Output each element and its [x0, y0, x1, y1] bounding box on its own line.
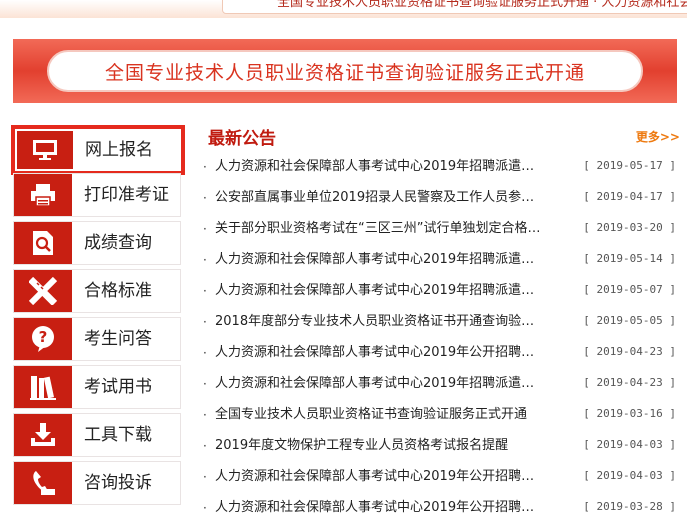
bullet-icon: ·	[203, 222, 207, 236]
list-item[interactable]: · 2019年度文物保护工程专业人员资格考试报名提醒 [ 2019-04-03 ]	[200, 437, 680, 457]
news-heading: 最新公告	[208, 129, 276, 149]
bullet-icon: ·	[203, 470, 207, 484]
sidebar-item-online-registration[interactable]: 网上报名	[11, 125, 185, 175]
news-item-date: [ 2019-05-05 ]	[583, 314, 676, 327]
news-item-date: [ 2019-04-23 ]	[583, 345, 676, 358]
list-item[interactable]: · 2018年度部分专业技术人员职业资格证书开通查询验… [ 2019-05-05 …	[200, 313, 680, 333]
bullet-icon: ·	[203, 160, 207, 174]
news-item-title[interactable]: 人力资源和社会保障部人事考试中心2019年招聘派遣…	[215, 375, 555, 393]
list-item[interactable]: · 公安部直属事业单位2019招录人民警察及工作人员参… [ 2019-04-17 …	[200, 189, 680, 209]
bullet-icon: ·	[203, 501, 207, 515]
printer-icon	[14, 174, 72, 216]
news-item-title[interactable]: 人力资源和社会保障部人事考试中心2019年公开招聘…	[215, 499, 555, 517]
news-item-date: [ 2019-05-14 ]	[583, 252, 676, 265]
news-item-date: [ 2019-03-16 ]	[583, 407, 676, 420]
news-item-title[interactable]: 人力资源和社会保障部人事考试中心2019年招聘派遣…	[215, 282, 555, 300]
sidebar-item-label: 工具下载	[84, 425, 152, 445]
news-item-title[interactable]: 2019年度文物保护工程专业人员资格考试报名提醒	[215, 437, 555, 455]
announcement-banner[interactable]: 全国专业技术人员职业资格证书查询验证服务正式开通	[13, 39, 677, 103]
news-item-date: [ 2019-04-17 ]	[583, 190, 676, 203]
list-item[interactable]: · 人力资源和社会保障部人事考试中心2019年公开招聘… [ 2019-04-23 …	[200, 344, 680, 364]
sidebar-item-score-query[interactable]: 成绩查询	[13, 221, 181, 265]
sidebar-item-label: 咨询投诉	[84, 473, 152, 493]
banner-text: 全国专业技术人员职业资格证书查询验证服务正式开通	[104, 61, 585, 84]
bullet-icon: ·	[203, 191, 207, 205]
sidebar-item-consult-complaint[interactable]: 咨询投诉	[13, 461, 181, 505]
news-item-date: [ 2019-04-03 ]	[583, 469, 676, 482]
sidebar-item-print-admission[interactable]: 打印准考证	[13, 173, 181, 217]
sidebar-item-passing-standard[interactable]: 合格标准	[13, 269, 181, 313]
list-item[interactable]: · 人力资源和社会保障部人事考试中心2019年公开招聘… [ 2019-03-28 …	[200, 499, 680, 518]
list-item[interactable]: · 关于部分职业资格考试在“三区三州”试行单独划定合格… [ 2019-03-20 …	[200, 220, 680, 240]
more-link[interactable]: 更多>>	[636, 128, 680, 145]
monitor-icon	[17, 131, 73, 169]
download-tray-icon	[14, 414, 72, 456]
news-item-title[interactable]: 全国专业技术人员职业资格证书查询验证服务正式开通	[215, 406, 555, 424]
list-item[interactable]: · 人力资源和社会保障部人事考试中心2019年招聘派遣… [ 2019-05-17 …	[200, 158, 680, 178]
list-item[interactable]: · 全国专业技术人员职业资格证书查询验证服务正式开通 [ 2019-03-16 ]	[200, 406, 680, 426]
svg-text:?: ?	[39, 328, 48, 346]
bullet-icon: ·	[203, 408, 207, 422]
news-item-title[interactable]: 人力资源和社会保障部人事考试中心2019年公开招聘…	[215, 344, 555, 362]
sidebar-item-candidate-faq[interactable]: ? 考生问答	[13, 317, 181, 361]
telephone-icon	[14, 462, 72, 504]
news-item-title[interactable]: 人力资源和社会保障部人事考试中心2019年公开招聘…	[215, 468, 555, 486]
banner-pill: 全国专业技术人员职业资格证书查询验证服务正式开通	[47, 50, 643, 92]
sidebar-item-label: 考试用书	[84, 377, 152, 397]
ruler-pencil-icon	[14, 270, 72, 312]
sidebar-item-label: 网上报名	[85, 140, 153, 160]
news-item-date: [ 2019-03-28 ]	[583, 500, 676, 513]
marquee-text[interactable]: 全国专业技术人员职业资格证书查询验证服务正式开通 · 人力资源和社会保障部人事考…	[277, 0, 687, 10]
question-bubble-icon: ?	[14, 318, 72, 360]
news-item-date: [ 2019-04-03 ]	[583, 438, 676, 451]
news-item-title[interactable]: 人力资源和社会保障部人事考试中心2019年招聘派遣…	[215, 251, 555, 269]
news-item-date: [ 2019-05-17 ]	[583, 159, 676, 172]
bullet-icon: ·	[203, 284, 207, 298]
news-item-title[interactable]: 人力资源和社会保障部人事考试中心2019年招聘派遣…	[215, 158, 555, 176]
books-icon	[14, 366, 72, 408]
news-item-date: [ 2019-05-07 ]	[583, 283, 676, 296]
sidebar-item-exam-books[interactable]: 考试用书	[13, 365, 181, 409]
sidebar-item-label: 考生问答	[84, 329, 152, 349]
sidebar-item-tool-download[interactable]: 工具下载	[13, 413, 181, 457]
news-item-title[interactable]: 2018年度部分专业技术人员职业资格证书开通查询验…	[215, 313, 555, 331]
list-item[interactable]: · 人力资源和社会保障部人事考试中心2019年招聘派遣… [ 2019-04-23 …	[200, 375, 680, 395]
news-item-title[interactable]: 公安部直属事业单位2019招录人民警察及工作人员参…	[215, 189, 555, 207]
sidebar-item-label: 成绩查询	[84, 233, 152, 253]
sidebar-item-label: 打印准考证	[84, 185, 169, 205]
bullet-icon: ·	[203, 439, 207, 453]
list-item[interactable]: · 人力资源和社会保障部人事考试中心2019年招聘派遣… [ 2019-05-14 …	[200, 251, 680, 271]
bullet-icon: ·	[203, 377, 207, 391]
news-item-date: [ 2019-04-23 ]	[583, 376, 676, 389]
marquee-box: 全国专业技术人员职业资格证书查询验证服务正式开通 · 人力资源和社会保障部人事考…	[222, 0, 687, 14]
bullet-icon: ·	[203, 315, 207, 329]
bullet-icon: ·	[203, 346, 207, 360]
news-item-date: [ 2019-03-20 ]	[583, 221, 676, 234]
bullet-icon: ·	[203, 253, 207, 267]
list-item[interactable]: · 人力资源和社会保障部人事考试中心2019年招聘派遣… [ 2019-05-07 …	[200, 282, 680, 302]
search-document-icon	[14, 222, 72, 264]
list-item[interactable]: · 人力资源和社会保障部人事考试中心2019年公开招聘… [ 2019-04-03 …	[200, 468, 680, 488]
sidebar-item-label: 合格标准	[84, 281, 152, 301]
news-item-title[interactable]: 关于部分职业资格考试在“三区三州”试行单独划定合格…	[215, 220, 555, 238]
